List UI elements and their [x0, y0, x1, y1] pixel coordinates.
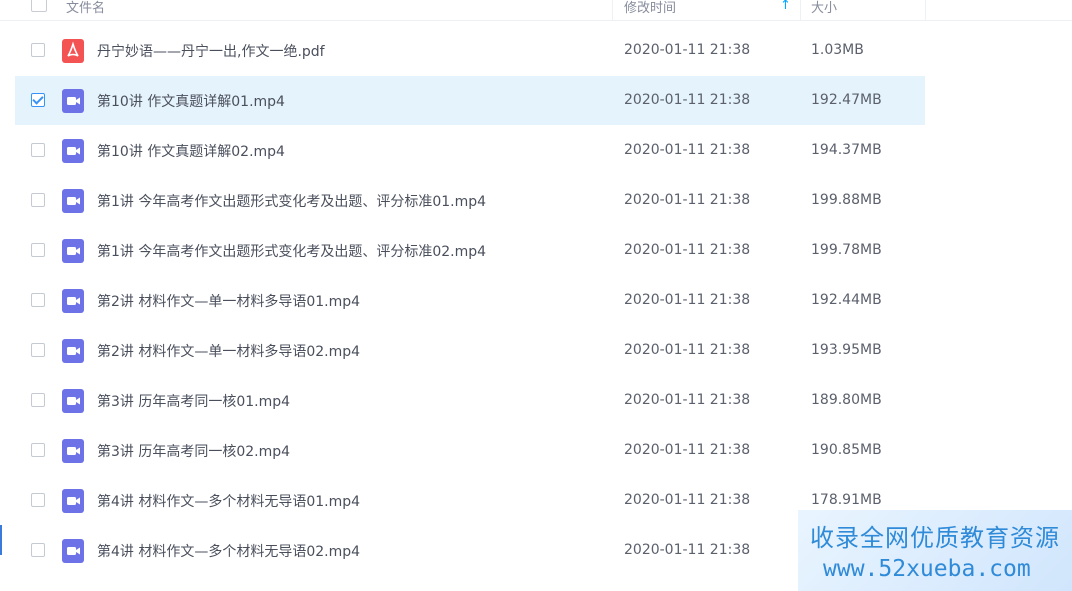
watermark-url: www.52xueba.com: [823, 556, 1031, 582]
video-file-icon: [62, 139, 84, 163]
file-modified-date: 2020-01-11 21:38: [624, 192, 751, 208]
row-checkbox[interactable]: [31, 143, 45, 157]
file-list-header: 文件名 修改时间 ↑ 大小: [0, 0, 1072, 21]
file-size: 178.91MB: [811, 492, 882, 508]
file-size: 190.85MB: [811, 442, 882, 458]
file-row[interactable]: 第2讲 材料作文—单一材料多导语01.mp4 2020-01-11 21:38 19…: [15, 276, 925, 325]
file-size: 193.95MB: [811, 342, 882, 358]
file-row[interactable]: 第10讲 作文真题详解01.mp4 2020-01-11 21:38 192.47M…: [15, 76, 925, 125]
video-file-icon: [62, 389, 84, 413]
video-file-icon: [62, 339, 84, 363]
file-size: 189.80MB: [811, 392, 882, 408]
file-name[interactable]: 第10讲 作文真题详解01.mp4: [97, 91, 285, 111]
row-checkbox[interactable]: [31, 93, 45, 107]
file-modified-date: 2020-01-11 21:38: [624, 442, 751, 458]
file-size: 194.37MB: [811, 142, 882, 158]
file-name[interactable]: 第3讲 历年高考同一核01.mp4: [97, 391, 290, 411]
row-checkbox[interactable]: [31, 543, 45, 557]
file-name[interactable]: 第10讲 作文真题详解02.mp4: [97, 141, 285, 161]
video-file-icon: [62, 189, 84, 213]
file-row[interactable]: 第4讲 材料作文—多个材料无导语02.mp4 2020-01-11 21:38: [15, 526, 925, 575]
file-row[interactable]: 第1讲 今年高考作文出题形式变化考及出题、评分标准02.mp4 2020-01-1…: [15, 226, 925, 275]
video-file-icon: [62, 239, 84, 263]
file-row[interactable]: 第3讲 历年高考同一核02.mp4 2020-01-11 21:38 190.85M…: [15, 426, 925, 475]
column-divider: [612, 0, 613, 20]
video-file-icon: [62, 289, 84, 313]
file-size: 192.47MB: [811, 92, 882, 108]
column-header-modified[interactable]: 修改时间: [624, 0, 676, 19]
file-name[interactable]: 第2讲 材料作文—单一材料多导语02.mp4: [97, 341, 360, 361]
file-modified-date: 2020-01-11 21:38: [624, 342, 751, 358]
video-file-icon: [62, 439, 84, 463]
watermark: 收录全网优质教育资源 www.52xueba.com: [798, 510, 1072, 591]
file-modified-date: 2020-01-11 21:38: [624, 392, 751, 408]
file-row[interactable]: 丹宁妙语——丹宁一出,作文一绝.pdf 2020-01-11 21:38 1.03M…: [15, 26, 925, 75]
watermark-slogan: 收录全网优质教育资源: [810, 524, 1060, 552]
row-checkbox[interactable]: [31, 393, 45, 407]
file-row[interactable]: 第4讲 材料作文—多个材料无导语01.mp4 2020-01-11 21:38 17…: [15, 476, 925, 525]
file-name[interactable]: 第4讲 材料作文—多个材料无导语02.mp4: [97, 541, 360, 561]
file-name[interactable]: 第1讲 今年高考作文出题形式变化考及出题、评分标准02.mp4: [97, 241, 486, 261]
pdf-file-icon: [62, 39, 84, 63]
file-name[interactable]: 丹宁妙语——丹宁一出,作文一绝.pdf: [97, 41, 325, 61]
file-modified-date: 2020-01-11 21:38: [624, 142, 751, 158]
row-checkbox[interactable]: [31, 493, 45, 507]
column-divider: [925, 0, 926, 20]
video-file-icon: [62, 89, 84, 113]
row-checkbox[interactable]: [31, 343, 45, 357]
file-name[interactable]: 第4讲 材料作文—多个材料无导语01.mp4: [97, 491, 360, 511]
file-size: 1.03MB: [811, 42, 864, 58]
file-modified-date: 2020-01-11 21:38: [624, 542, 751, 558]
file-name[interactable]: 第1讲 今年高考作文出题形式变化考及出题、评分标准01.mp4: [97, 191, 486, 211]
file-size: 192.44MB: [811, 292, 882, 308]
video-file-icon: [62, 489, 84, 513]
file-name[interactable]: 第2讲 材料作文—单一材料多导语01.mp4: [97, 291, 360, 311]
file-row[interactable]: 第1讲 今年高考作文出题形式变化考及出题、评分标准01.mp4 2020-01-1…: [15, 176, 925, 225]
row-checkbox[interactable]: [31, 443, 45, 457]
column-divider: [800, 0, 801, 20]
row-checkbox[interactable]: [31, 293, 45, 307]
video-file-icon: [62, 539, 84, 563]
file-row[interactable]: 第2讲 材料作文—单一材料多导语02.mp4 2020-01-11 21:38 19…: [15, 326, 925, 375]
file-modified-date: 2020-01-11 21:38: [624, 492, 751, 508]
column-header-name[interactable]: 文件名: [66, 0, 105, 19]
file-modified-date: 2020-01-11 21:38: [624, 92, 751, 108]
file-size: 199.88MB: [811, 192, 882, 208]
file-row[interactable]: 第3讲 历年高考同一核01.mp4 2020-01-11 21:38 189.80M…: [15, 376, 925, 425]
row-checkbox[interactable]: [31, 243, 45, 257]
file-name[interactable]: 第3讲 历年高考同一核02.mp4: [97, 441, 290, 461]
scroll-indicator: [0, 525, 2, 555]
file-modified-date: 2020-01-11 21:38: [624, 242, 751, 258]
file-modified-date: 2020-01-11 21:38: [624, 42, 751, 58]
row-checkbox[interactable]: [31, 43, 45, 57]
file-row[interactable]: 第10讲 作文真题详解02.mp4 2020-01-11 21:38 194.37M…: [15, 126, 925, 175]
file-size: 199.78MB: [811, 242, 882, 258]
sort-ascending-icon[interactable]: ↑: [780, 0, 791, 13]
file-modified-date: 2020-01-11 21:38: [624, 292, 751, 308]
select-all-checkbox[interactable]: [31, 0, 47, 12]
row-checkbox[interactable]: [31, 193, 45, 207]
column-header-size[interactable]: 大小: [811, 0, 837, 19]
